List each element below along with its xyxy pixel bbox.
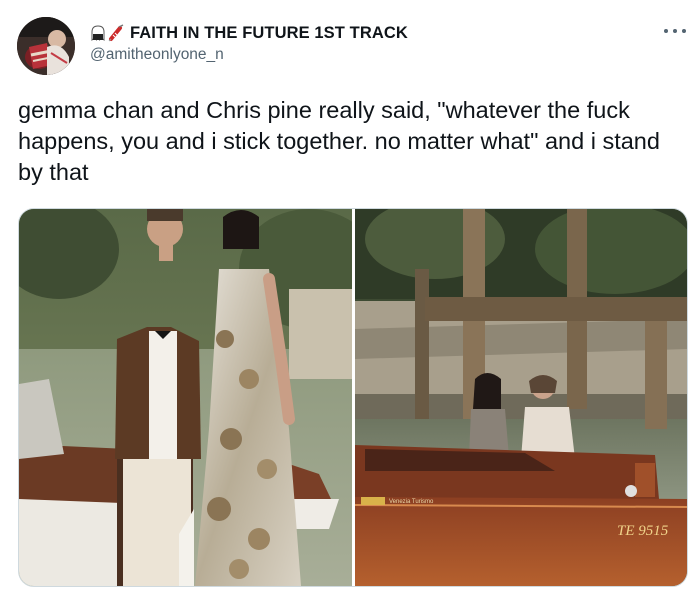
tweet-media: Venezia Turismo TE 9515 <box>18 208 688 587</box>
tweet-text: gemma chan and Chris pine really said, "… <box>18 97 660 185</box>
boat-number-label: TE 9515 <box>617 523 669 539</box>
photo-couple-on-boat[interactable]: Venezia Turismo TE 9515 <box>355 209 687 586</box>
ghost-emoji-icon <box>91 25 105 42</box>
tweet: FAITH IN THE FUTURE 1ST TRACK @amitheonl… <box>0 0 700 598</box>
couple-photo-image <box>19 209 352 586</box>
boat-brand-label: Venezia Turismo <box>389 499 434 505</box>
author-handle[interactable]: @amitheonlyone_n <box>90 46 224 64</box>
more-options-button[interactable] <box>664 22 686 40</box>
author-name-row[interactable]: FAITH IN THE FUTURE 1ST TRACK <box>90 22 408 44</box>
avatar-photo-icon <box>17 17 75 75</box>
syringe-emoji-icon <box>108 24 124 42</box>
author-name: FAITH IN THE FUTURE 1ST TRACK <box>130 23 408 42</box>
more-dot-icon <box>682 29 686 33</box>
more-dot-icon <box>664 29 668 33</box>
boat-photo-image: Venezia Turismo TE 9515 <box>355 209 687 586</box>
more-dot-icon <box>673 29 677 33</box>
photo-couple-on-dock[interactable] <box>19 209 352 586</box>
author-avatar[interactable] <box>17 17 75 75</box>
